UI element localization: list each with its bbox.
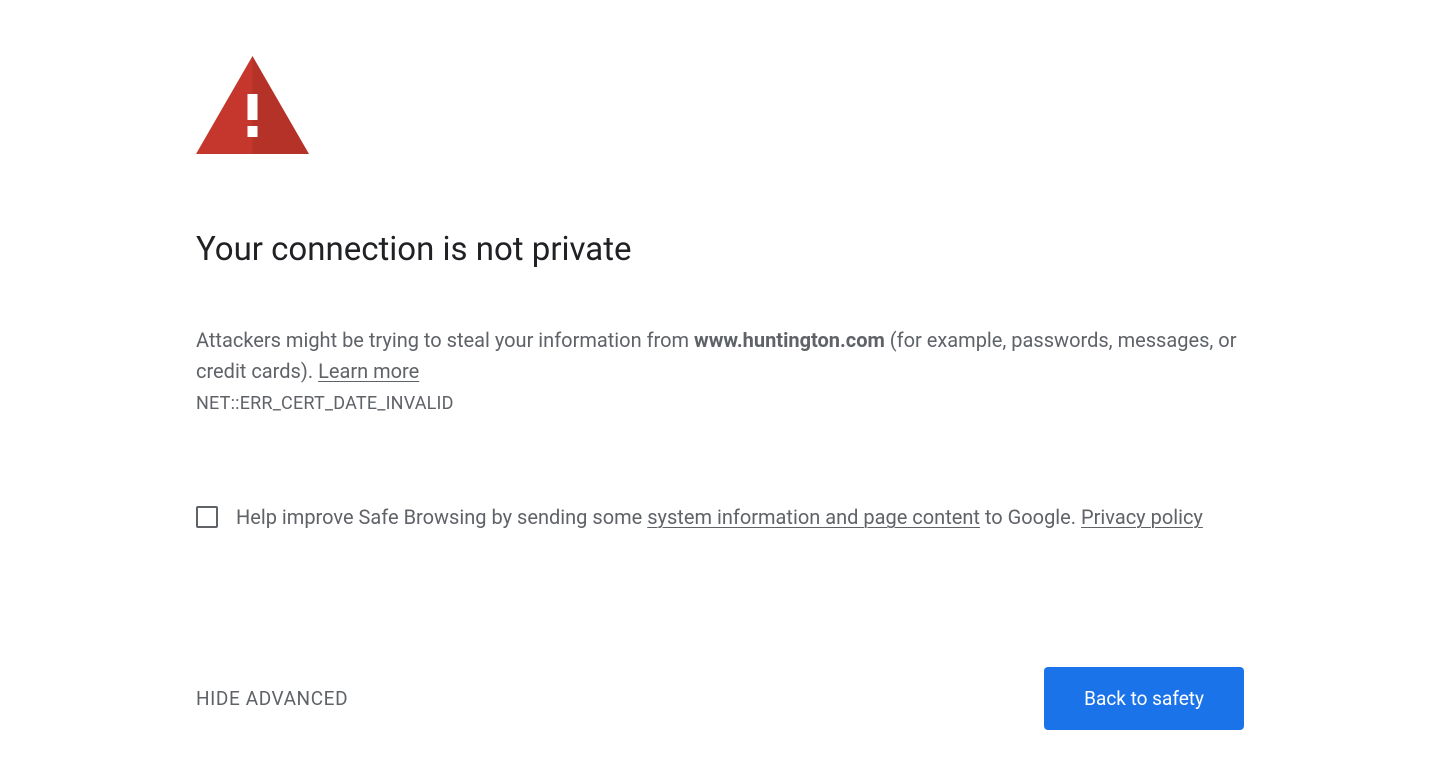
warning-triangle-icon (196, 56, 309, 154)
optin-text: Help improve Safe Browsing by sending so… (236, 502, 1203, 533)
optin-checkbox[interactable] (196, 506, 218, 528)
learn-more-link[interactable]: Learn more (318, 359, 419, 383)
optin-before-link: Help improve Safe Browsing by sending so… (236, 505, 647, 529)
privacy-policy-link[interactable]: Privacy policy (1081, 505, 1203, 529)
body-before-host: Attackers might be trying to steal your … (196, 328, 694, 352)
optin-after-link: to Google. (980, 505, 1081, 529)
warning-heading: Your connection is not private (196, 230, 1244, 269)
hide-advanced-button[interactable]: HIDE ADVANCED (196, 687, 348, 710)
host-name: www.huntington.com (694, 328, 885, 352)
error-code: NET::ERR_CERT_DATE_INVALID (196, 393, 1244, 414)
system-info-link[interactable]: system information and page content (647, 505, 980, 529)
back-to-safety-button[interactable]: Back to safety (1044, 667, 1244, 730)
nav-row: HIDE ADVANCED Back to safety (196, 667, 1244, 730)
ssl-warning-interstitial: Your connection is not private Attackers… (196, 0, 1244, 730)
warning-body: Attackers might be trying to steal your … (196, 325, 1244, 387)
safe-browsing-optin: Help improve Safe Browsing by sending so… (196, 502, 1244, 533)
